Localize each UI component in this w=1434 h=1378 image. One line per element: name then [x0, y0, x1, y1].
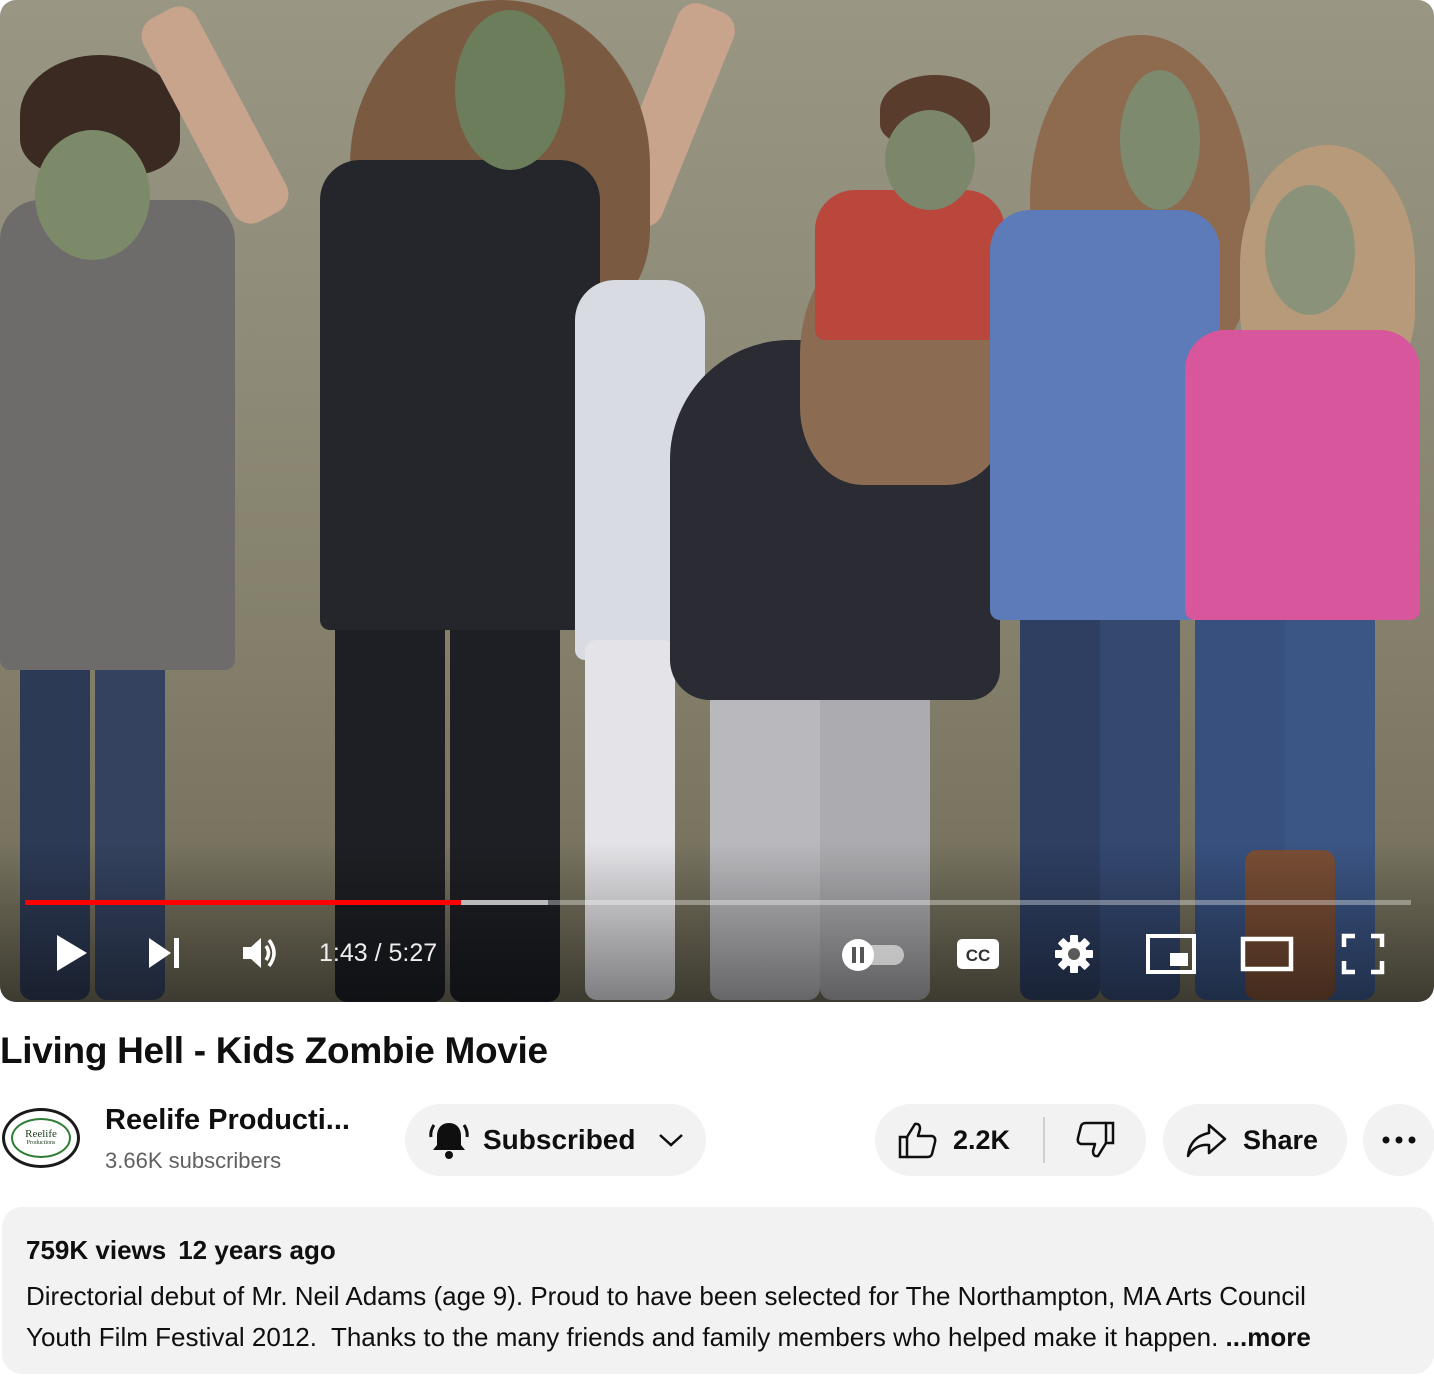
play-icon: [57, 935, 87, 971]
dislike-button[interactable]: [1045, 1104, 1145, 1176]
channel-logo: Reelife Productions: [11, 1118, 71, 1158]
duration: 5:27: [388, 939, 438, 967]
fullscreen-icon: [1341, 933, 1385, 975]
subscriber-count: 3.66K subscribers: [105, 1148, 282, 1173]
controls-gradient: [0, 842, 1434, 1002]
avatar-logo-text: Reelife: [25, 1128, 57, 1140]
play-button[interactable]: [52, 930, 92, 976]
bell-icon: [429, 1123, 469, 1159]
theater-mode-button[interactable]: [1240, 935, 1294, 973]
thumbs-down-icon: [1076, 1121, 1115, 1158]
channel-avatar[interactable]: Reelife Productions: [2, 1108, 80, 1168]
share-label: Share: [1243, 1124, 1319, 1155]
like-button[interactable]: 2.2K: [875, 1104, 1043, 1176]
like-count: 2.2K: [953, 1124, 1011, 1155]
more-horizontal-icon: [1382, 1136, 1416, 1144]
miniplayer-button[interactable]: [1146, 933, 1196, 975]
view-count: 759K views: [26, 1235, 167, 1265]
captions-label: CC: [966, 946, 991, 965]
next-icon: [149, 938, 179, 968]
share-icon: [1186, 1123, 1227, 1158]
current-time: 1:43: [319, 939, 368, 967]
progress-played: [25, 900, 461, 905]
volume-button[interactable]: [236, 930, 282, 976]
like-dislike-group: 2.2K: [875, 1104, 1146, 1176]
gear-icon: [1055, 935, 1093, 973]
description-text: Directorial debut of Mr. Neil Adams (age…: [26, 1276, 1410, 1358]
video-title: Living Hell - Kids Zombie Movie: [0, 1030, 548, 1071]
fullscreen-button[interactable]: [1340, 932, 1386, 976]
autoplay-toggle-icon: [842, 939, 904, 971]
more-actions-button[interactable]: [1363, 1104, 1434, 1176]
miniplayer-icon: [1146, 934, 1196, 974]
captions-button[interactable]: CC: [955, 934, 1001, 974]
time-display: 1:43 / 5:27: [319, 938, 437, 968]
autoplay-toggle[interactable]: [840, 938, 908, 972]
next-button[interactable]: [144, 932, 184, 974]
volume-icon: [243, 938, 276, 968]
show-more-link[interactable]: ...more: [1226, 1322, 1311, 1352]
time-separator: /: [367, 939, 389, 967]
video-player[interactable]: 1:43 / 5:27 CC: [0, 0, 1434, 1002]
settings-button[interactable]: [1052, 931, 1096, 977]
channel-name[interactable]: Reelife Producti...: [105, 1104, 350, 1137]
captions-icon: CC: [957, 939, 999, 969]
avatar-logo-subtext: Productions: [26, 1140, 56, 1146]
subscribed-button[interactable]: Subscribed: [405, 1104, 706, 1176]
description-box[interactable]: 759K views 12 years ago Directorial debut…: [2, 1207, 1434, 1374]
chevron-down-icon: [659, 1134, 684, 1147]
share-button[interactable]: Share: [1163, 1104, 1347, 1176]
progress-bar[interactable]: [25, 900, 1411, 905]
description-body: Directorial debut of Mr. Neil Adams (age…: [26, 1281, 1306, 1352]
theater-mode-icon: [1240, 936, 1294, 972]
description-meta: 759K views 12 years ago: [26, 1235, 1410, 1266]
subscribed-label: Subscribed: [483, 1124, 636, 1155]
upload-age: 12 years ago: [178, 1235, 336, 1265]
thumbs-up-icon: [898, 1122, 937, 1159]
